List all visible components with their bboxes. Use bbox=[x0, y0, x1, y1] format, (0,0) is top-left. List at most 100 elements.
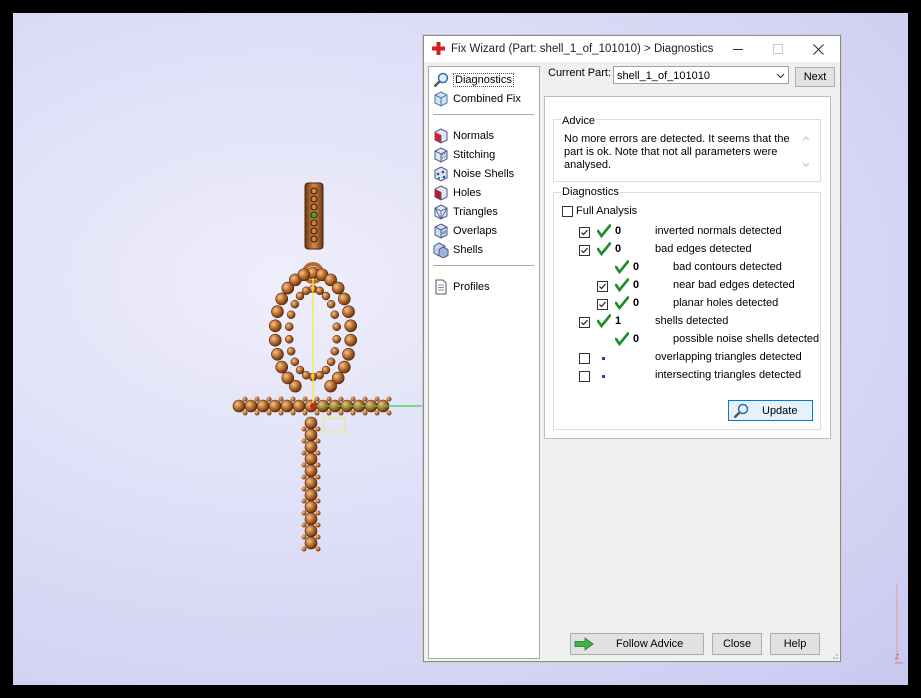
bead-small bbox=[301, 546, 307, 552]
bead bbox=[304, 500, 318, 514]
bead-small bbox=[338, 396, 344, 402]
bead-small bbox=[290, 396, 296, 402]
diagnostic-count: 0 bbox=[615, 225, 622, 237]
bead-small bbox=[314, 396, 320, 402]
bead-small bbox=[315, 486, 321, 492]
diagnostic-checkbox[interactable] bbox=[579, 317, 590, 328]
diagnostic-label: planar holes detected bbox=[673, 297, 779, 309]
wizard-navigation: Diagnostics Combined Fix Normals Stitchi bbox=[428, 66, 540, 659]
bead-small bbox=[301, 510, 307, 516]
magnifier-icon bbox=[733, 403, 749, 419]
bead-small bbox=[350, 396, 356, 402]
nav-item-normals[interactable]: Normals bbox=[433, 127, 494, 145]
current-part-label: Current Part: bbox=[548, 67, 611, 79]
help-button[interactable]: Help bbox=[770, 633, 820, 655]
bead bbox=[268, 319, 282, 333]
full-analysis-label: Full Analysis bbox=[576, 205, 638, 217]
bead-small bbox=[302, 396, 308, 402]
close-icon bbox=[812, 43, 824, 55]
diagnostic-checkbox[interactable] bbox=[579, 371, 590, 382]
stitching-cube-icon bbox=[434, 147, 448, 163]
bead-small bbox=[315, 426, 321, 432]
bead bbox=[304, 464, 318, 478]
diagnostic-checkbox[interactable] bbox=[597, 299, 608, 310]
diagnostics-panel: Advice No more errors are detected. It s… bbox=[544, 96, 831, 439]
nav-item-profiles[interactable]: Profiles bbox=[433, 278, 490, 296]
bead-small bbox=[302, 410, 308, 416]
bead bbox=[321, 291, 331, 301]
nav-item-diagnostics[interactable]: Diagnostics bbox=[433, 71, 514, 89]
next-button[interactable]: Next bbox=[795, 67, 835, 87]
bead-small bbox=[301, 534, 307, 540]
minimize-button[interactable] bbox=[718, 36, 758, 62]
bead-small bbox=[301, 486, 307, 492]
bead-small bbox=[374, 396, 380, 402]
green-check-icon bbox=[615, 296, 629, 310]
bead bbox=[286, 310, 296, 319]
diagnostic-checkbox[interactable] bbox=[579, 353, 590, 364]
checkmark-icon bbox=[581, 229, 588, 236]
diagnostics-title: Diagnostics bbox=[561, 186, 620, 198]
bead bbox=[342, 347, 355, 361]
nav-item-shells[interactable]: Shells bbox=[433, 241, 483, 259]
bead-small bbox=[386, 410, 392, 416]
bail-gem bbox=[311, 212, 317, 218]
bead bbox=[292, 399, 306, 413]
advice-title: Advice bbox=[561, 115, 597, 127]
application-window: Z Fix Wizard (Part: shell_1_of_101010) >… bbox=[13, 13, 908, 685]
bead-small bbox=[278, 410, 284, 416]
diagnostic-count: 0 bbox=[615, 243, 622, 255]
bead-small bbox=[315, 450, 321, 456]
bead-small bbox=[266, 410, 272, 416]
current-part-dropdown[interactable]: shell_1_of_101010 bbox=[613, 66, 789, 84]
bead bbox=[326, 299, 336, 309]
full-analysis-checkbox[interactable] bbox=[562, 206, 573, 217]
nav-item-stitching[interactable]: Stitching bbox=[433, 146, 495, 164]
bead-small bbox=[242, 410, 248, 416]
bead bbox=[290, 357, 300, 367]
advice-scrollbar[interactable] bbox=[801, 133, 811, 179]
diagnostic-label: inverted normals detected bbox=[655, 225, 782, 237]
bead-small bbox=[374, 410, 380, 416]
close-button[interactable]: Close bbox=[712, 633, 762, 655]
diagnostic-checkbox[interactable] bbox=[579, 227, 590, 238]
diagnostic-count: 0 bbox=[633, 297, 640, 309]
normals-cube-icon bbox=[434, 128, 448, 144]
bead bbox=[232, 399, 246, 413]
ankh-pendant-model[interactable] bbox=[232, 182, 423, 552]
maximize-button[interactable] bbox=[758, 36, 798, 62]
green-check-icon bbox=[597, 224, 611, 238]
diagnostic-label: possible noise shells detected bbox=[673, 333, 820, 345]
follow-advice-button[interactable]: Follow Advice bbox=[570, 633, 704, 655]
bead-small bbox=[350, 410, 356, 416]
checkmark-icon bbox=[599, 283, 606, 290]
nav-item-combined-fix[interactable]: Combined Fix bbox=[433, 90, 521, 108]
follow-advice-label: Follow Advice bbox=[616, 638, 684, 650]
diagnostic-label: bad edges detected bbox=[655, 243, 752, 255]
bead bbox=[344, 333, 358, 347]
resize-grip-icon[interactable] bbox=[829, 650, 839, 660]
nav-item-triangles[interactable]: Triangles bbox=[433, 203, 498, 221]
bead bbox=[268, 333, 282, 347]
bead bbox=[271, 305, 284, 319]
diagnostic-count: 0 bbox=[633, 279, 640, 291]
diagnostic-checkbox[interactable] bbox=[597, 281, 608, 292]
close-window-button[interactable] bbox=[798, 36, 838, 62]
diagnostic-checkbox[interactable] bbox=[579, 245, 590, 256]
nav-item-overlaps[interactable]: Overlaps bbox=[433, 222, 497, 240]
nav-item-noise-shells[interactable]: Noise Shells bbox=[433, 165, 514, 183]
diagnostic-label: near bad edges detected bbox=[673, 279, 795, 291]
bead-small bbox=[315, 498, 321, 504]
bead bbox=[286, 347, 296, 356]
nav-item-label: Shells bbox=[453, 244, 483, 256]
bead bbox=[304, 512, 318, 526]
update-button[interactable]: Update bbox=[728, 400, 813, 421]
title-bar[interactable]: Fix Wizard (Part: shell_1_of_101010) > D… bbox=[424, 36, 840, 62]
bead bbox=[304, 440, 318, 454]
nav-item-holes[interactable]: Holes bbox=[433, 184, 481, 202]
nav-item-label: Holes bbox=[453, 187, 482, 199]
bead bbox=[281, 371, 295, 385]
bead bbox=[256, 399, 270, 413]
bead bbox=[330, 310, 340, 319]
bead-small bbox=[301, 462, 307, 468]
